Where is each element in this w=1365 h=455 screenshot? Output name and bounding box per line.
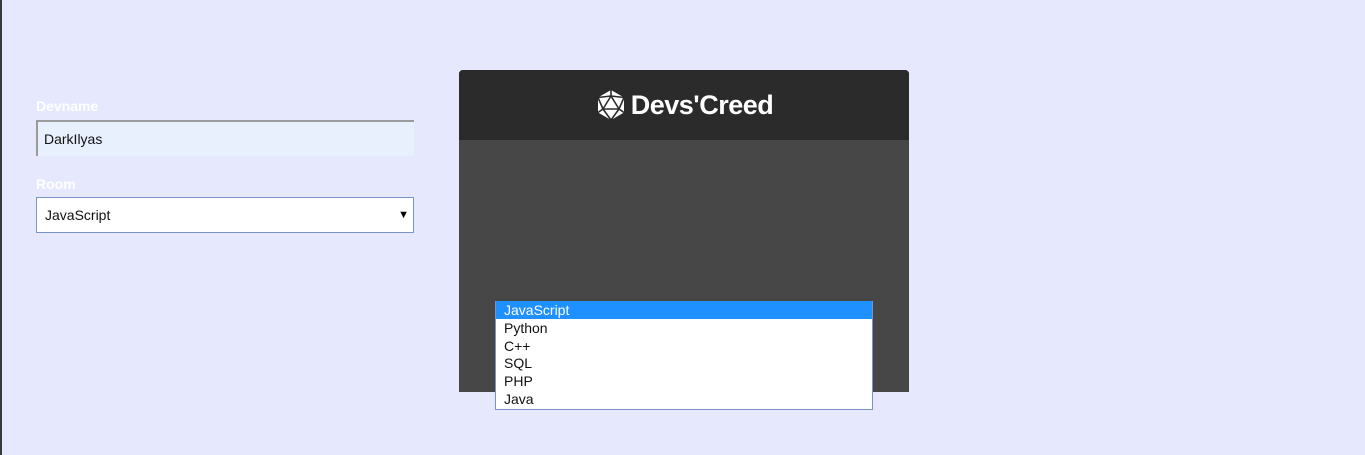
room-option-java[interactable]: Java: [496, 390, 872, 408]
d20-icon: [595, 89, 627, 121]
card-header: Devs'Creed: [459, 70, 909, 140]
devname-label: Devname: [36, 98, 99, 114]
join-form: Devname Room JavaScript ▼: [36, 98, 414, 233]
room-select-value: JavaScript: [45, 207, 111, 223]
room-option-sql[interactable]: SQL: [496, 354, 872, 372]
window-edge: [0, 0, 2, 455]
room-option-php[interactable]: PHP: [496, 372, 872, 390]
room-select[interactable]: JavaScript ▼: [36, 197, 414, 233]
room-label: Room: [36, 176, 76, 192]
room-option-cpp[interactable]: C++: [496, 337, 872, 355]
room-option-javascript[interactable]: JavaScript: [496, 301, 872, 319]
brand-name: Devs'Creed: [630, 89, 774, 120]
room-option-python[interactable]: Python: [496, 319, 872, 337]
room-dropdown-list: JavaScript Python C++ SQL PHP Java: [495, 301, 873, 410]
devname-input[interactable]: [36, 120, 414, 156]
dropdown-arrow-icon: ▼: [398, 209, 409, 221]
